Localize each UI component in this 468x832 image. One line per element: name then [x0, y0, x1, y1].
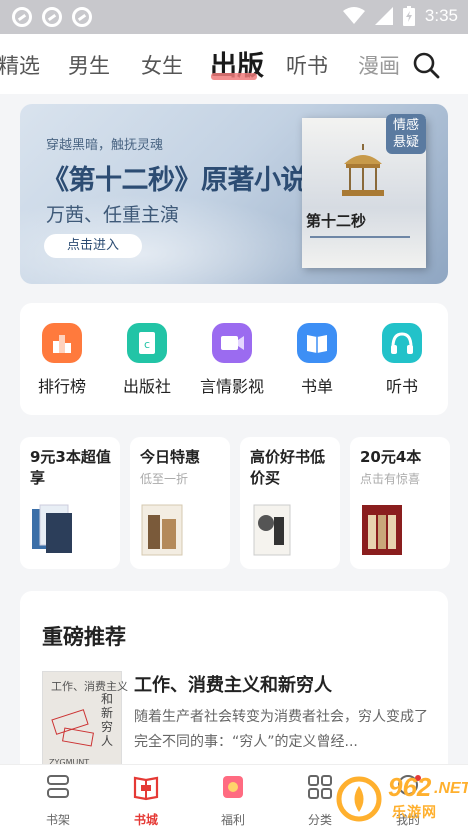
site-watermark: 962 .NET 乐游网 [334, 770, 468, 828]
badge-line: 悬疑 [392, 135, 419, 150]
battery-icon [402, 6, 415, 26]
nav-bookshelf[interactable]: 书架 [28, 773, 88, 828]
banner-subtitle: 万茜、任重主演 [46, 204, 180, 226]
tab-jingxuan[interactable]: 精选 [0, 50, 40, 80]
tab-boys[interactable]: 男生 [68, 50, 110, 80]
promo-title: 9元3本超值享 [30, 448, 111, 487]
banner-tagline: 穿越黑暗，触抚灵魂 [46, 138, 164, 153]
cover-title: 工作、消费主义 [51, 680, 128, 693]
search-icon[interactable] [411, 50, 441, 80]
watermark-number: 962 [388, 772, 432, 802]
nav-welfare[interactable]: 福利 [203, 773, 263, 828]
wifi-icon [342, 7, 365, 24]
promo-subtitle: 低至一折 [140, 472, 189, 486]
book-cover-lines [310, 236, 410, 258]
promo-title: 高价好书低价买 [250, 448, 326, 487]
signal-icon [374, 7, 393, 25]
entry-label: 言情影视 [199, 377, 264, 396]
ranking-icon [42, 323, 82, 363]
entry-publisher[interactable]: c 出版社 [107, 323, 187, 397]
section-heading: 重磅推荐 [42, 625, 126, 649]
entry-romance-video[interactable]: 言情影视 [192, 323, 272, 397]
promo-book-image [32, 504, 72, 553]
notification-icon [12, 7, 32, 27]
video-icon [212, 323, 252, 363]
bookstore-icon [133, 776, 159, 801]
watermark-suffix: .NET [434, 780, 468, 797]
booklist-icon [297, 323, 337, 363]
promo-subtitle: 点击有惊喜 [360, 472, 421, 486]
nav-label: 福利 [220, 813, 245, 827]
carousel-illustration [342, 144, 384, 196]
promo-book-image [253, 504, 291, 556]
entry-label: 出版社 [122, 377, 171, 396]
promo-book-image [141, 504, 183, 556]
entry-label: 书单 [300, 377, 333, 396]
quick-entry-panel: 排行榜 c 出版社 言情影视 书单 听书 [20, 303, 448, 415]
entry-ranking[interactable]: 排行榜 [22, 323, 102, 397]
promo-book-image [362, 505, 402, 555]
promo-title: 20元4本 [360, 448, 422, 466]
headphones-icon [382, 323, 422, 363]
tab-girls[interactable]: 女生 [141, 50, 183, 80]
notification-icon [72, 7, 92, 27]
promo-card-high-value[interactable]: 高价好书低价买 [240, 437, 340, 569]
nav-label: 书城 [133, 813, 158, 827]
banner-title: 《第十二秒》原著小说 [42, 165, 308, 196]
publisher-icon: c [127, 323, 167, 363]
watermark-logo [336, 776, 382, 822]
tab-audiobook[interactable]: 听书 [286, 50, 328, 80]
svg-text:c: c [144, 338, 150, 351]
tab-comics[interactable]: 漫画 [358, 50, 400, 80]
cover-decoration [62, 727, 94, 747]
recommend-book-description: 随着生产者社会转变为消费者社会，穷人变成了完全不同的事：“穷人”的定义曾经... [134, 709, 428, 750]
entry-label: 排行榜 [37, 377, 86, 396]
genre-badge: 情感 悬疑 [386, 114, 426, 154]
top-tab-bar: 精选 男生 女生 出版 听书 漫画 [0, 34, 468, 94]
clock: 3:35 [424, 6, 458, 25]
bookshelf-icon [47, 775, 69, 798]
entry-audiobook[interactable]: 听书 [362, 323, 442, 397]
gift-icon [223, 776, 243, 798]
promo-card-20yuan[interactable]: 20元4本 点击有惊喜 [350, 437, 450, 569]
featured-recommend-section: 重磅推荐 工作、消费主义 和新穷人 ZYGMUNT BAUMAN 工作、消费主义… [20, 591, 448, 791]
notification-icon [42, 7, 62, 27]
promo-card-today-deal[interactable]: 今日特惠 低至一折 [130, 437, 230, 569]
promo-banner[interactable]: 穿越黑暗，触抚灵魂 《第十二秒》原著小说 万茜、任重主演 点击进入 第十二秒 [20, 104, 448, 284]
status-bar: 3:35 [0, 0, 468, 34]
entry-label: 听书 [385, 377, 418, 396]
promo-title: 今日特惠 [140, 448, 201, 466]
nav-label: 书架 [45, 813, 70, 827]
banner-book-title: 第十二秒 [306, 212, 367, 230]
watermark-sub: 乐游网 [392, 805, 437, 821]
cover-subtitle: 和新穷人 [101, 692, 114, 748]
active-tab-indicator [211, 73, 257, 80]
recommend-book-title[interactable]: 工作、消费主义和新穷人 [134, 671, 332, 697]
nav-bookstore[interactable]: 书城 [116, 773, 176, 828]
promo-card-9yuan[interactable]: 9元3本超值享 [20, 437, 120, 569]
banner-enter-button[interactable]: 点击进入 [44, 234, 142, 258]
badge-line: 情感 [392, 118, 419, 133]
entry-booklist[interactable]: 书单 [277, 323, 357, 397]
category-icon [308, 775, 332, 799]
